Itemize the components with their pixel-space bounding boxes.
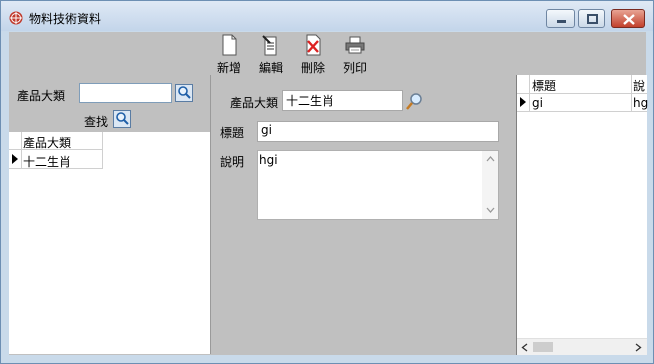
records-grid[interactable]: 標題 說 gi hg — [516, 75, 648, 355]
edit-button[interactable]: 編輯 — [253, 32, 289, 75]
grid-divider — [631, 75, 632, 112]
category-lookup-icon[interactable] — [405, 91, 425, 111]
scrollbar-thumb[interactable] — [533, 342, 553, 352]
form-description-label: 說明 — [220, 155, 245, 169]
records-horizontal-scrollbar[interactable] — [517, 338, 647, 355]
delete-document-icon — [306, 34, 321, 56]
grid-header-title[interactable]: 標題 — [532, 77, 556, 94]
maximize-icon — [587, 14, 598, 24]
description-scrollbar[interactable] — [482, 151, 498, 219]
row-pointer-icon — [520, 97, 526, 107]
print-label: 列印 — [342, 61, 367, 75]
form-category-field[interactable]: 十二生肖 — [282, 90, 403, 111]
maximize-button[interactable] — [578, 9, 605, 28]
form-category-label: 產品大類 — [230, 96, 279, 110]
grid-column-header[interactable]: 產品大類 — [23, 134, 71, 151]
grid-header-description[interactable]: 說 — [633, 77, 645, 94]
category-filter-input[interactable] — [79, 83, 172, 103]
delete-label: 刪除 — [300, 61, 325, 75]
category-row[interactable]: 十二生肖 — [23, 153, 71, 170]
scroll-up-icon[interactable] — [486, 156, 495, 162]
minimize-button[interactable] — [546, 9, 575, 28]
scroll-left-icon[interactable] — [521, 343, 528, 352]
printer-icon — [345, 36, 365, 54]
new-document-icon — [222, 34, 237, 56]
search-icon — [116, 112, 129, 125]
close-button[interactable] — [611, 9, 645, 28]
form-title-label: 標題 — [220, 126, 245, 140]
new-button[interactable]: 新增 — [211, 32, 247, 75]
category-lookup-button[interactable] — [175, 84, 193, 102]
scroll-down-icon[interactable] — [486, 207, 495, 213]
magnifier-icon — [178, 86, 191, 99]
grid-divider — [517, 111, 647, 112]
search-label: 查找 — [84, 115, 109, 129]
description-text: hgi — [259, 153, 278, 167]
record-title-cell[interactable]: gi — [532, 96, 543, 110]
row-pointer-icon — [12, 154, 18, 164]
app-window: 物料技術資料 新增 編輯 刪除 列印 產品大類 查找 產品大類 十二生肖 產品大… — [0, 0, 654, 364]
client-area: 新增 編輯 刪除 列印 產品大類 查找 產品大類 十二生肖 產品大類 十二生肖 … — [9, 32, 648, 355]
grid-divider — [529, 75, 530, 112]
edit-document-icon — [262, 35, 277, 56]
record-description-cell[interactable]: hg — [633, 96, 648, 110]
grid-divider — [102, 132, 103, 169]
category-grid[interactable]: 產品大類 十二生肖 — [9, 132, 210, 354]
grid-divider — [21, 132, 22, 169]
delete-button[interactable]: 刪除 — [295, 32, 331, 75]
print-button[interactable]: 列印 — [337, 32, 373, 75]
search-button[interactable] — [113, 110, 131, 128]
app-globe-icon — [9, 11, 23, 25]
title-bar[interactable]: 物料技術資料 — [1, 1, 653, 31]
window-title: 物料技術資料 — [29, 12, 102, 26]
form-description-field[interactable]: hgi — [257, 150, 499, 220]
scroll-right-icon[interactable] — [635, 343, 642, 352]
close-icon — [623, 14, 635, 25]
category-search-panel: 產品大類 查找 產品大類 十二生肖 — [9, 75, 211, 354]
minimize-icon — [557, 20, 566, 23]
category-filter-label: 產品大類 — [17, 89, 66, 103]
edit-label: 編輯 — [258, 61, 283, 75]
new-label: 新增 — [216, 61, 241, 75]
form-title-field[interactable]: gi — [257, 121, 499, 142]
